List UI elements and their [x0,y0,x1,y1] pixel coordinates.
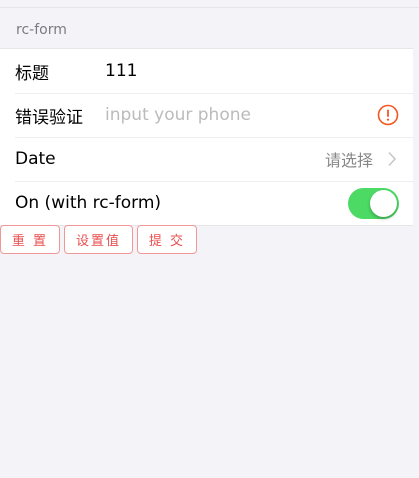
list-item-title[interactable]: 标题 111 [0,49,413,93]
reset-button[interactable]: 重 置 [0,225,60,254]
error-circle-icon[interactable] [377,104,399,126]
error-validation-label: 错误验证 [15,107,83,128]
form-list: 标题 111 错误验证 Date 请选择 On (with rc-form) [0,48,413,226]
title-label: 标题 [15,63,49,84]
phone-input[interactable] [105,105,413,125]
date-placeholder: 请选择 [324,151,373,170]
on-switch[interactable] [348,188,399,219]
list-item-switch: On (with rc-form) [0,181,413,225]
list-item-date[interactable]: Date 请选择 [0,137,413,181]
button-group: 重 置 设置值 提 交 [0,225,201,254]
set-value-button[interactable]: 设置值 [64,225,133,254]
title-value[interactable]: 111 [105,61,413,81]
date-label: Date [15,149,56,169]
switch-knob [370,190,397,217]
submit-button[interactable]: 提 交 [137,225,197,254]
switch-label: On (with rc-form) [15,193,162,213]
chevron-right-icon [388,151,397,167]
list-item-error-validation[interactable]: 错误验证 [0,93,413,137]
top-divider [0,0,419,8]
list-header: rc-form [16,22,67,38]
